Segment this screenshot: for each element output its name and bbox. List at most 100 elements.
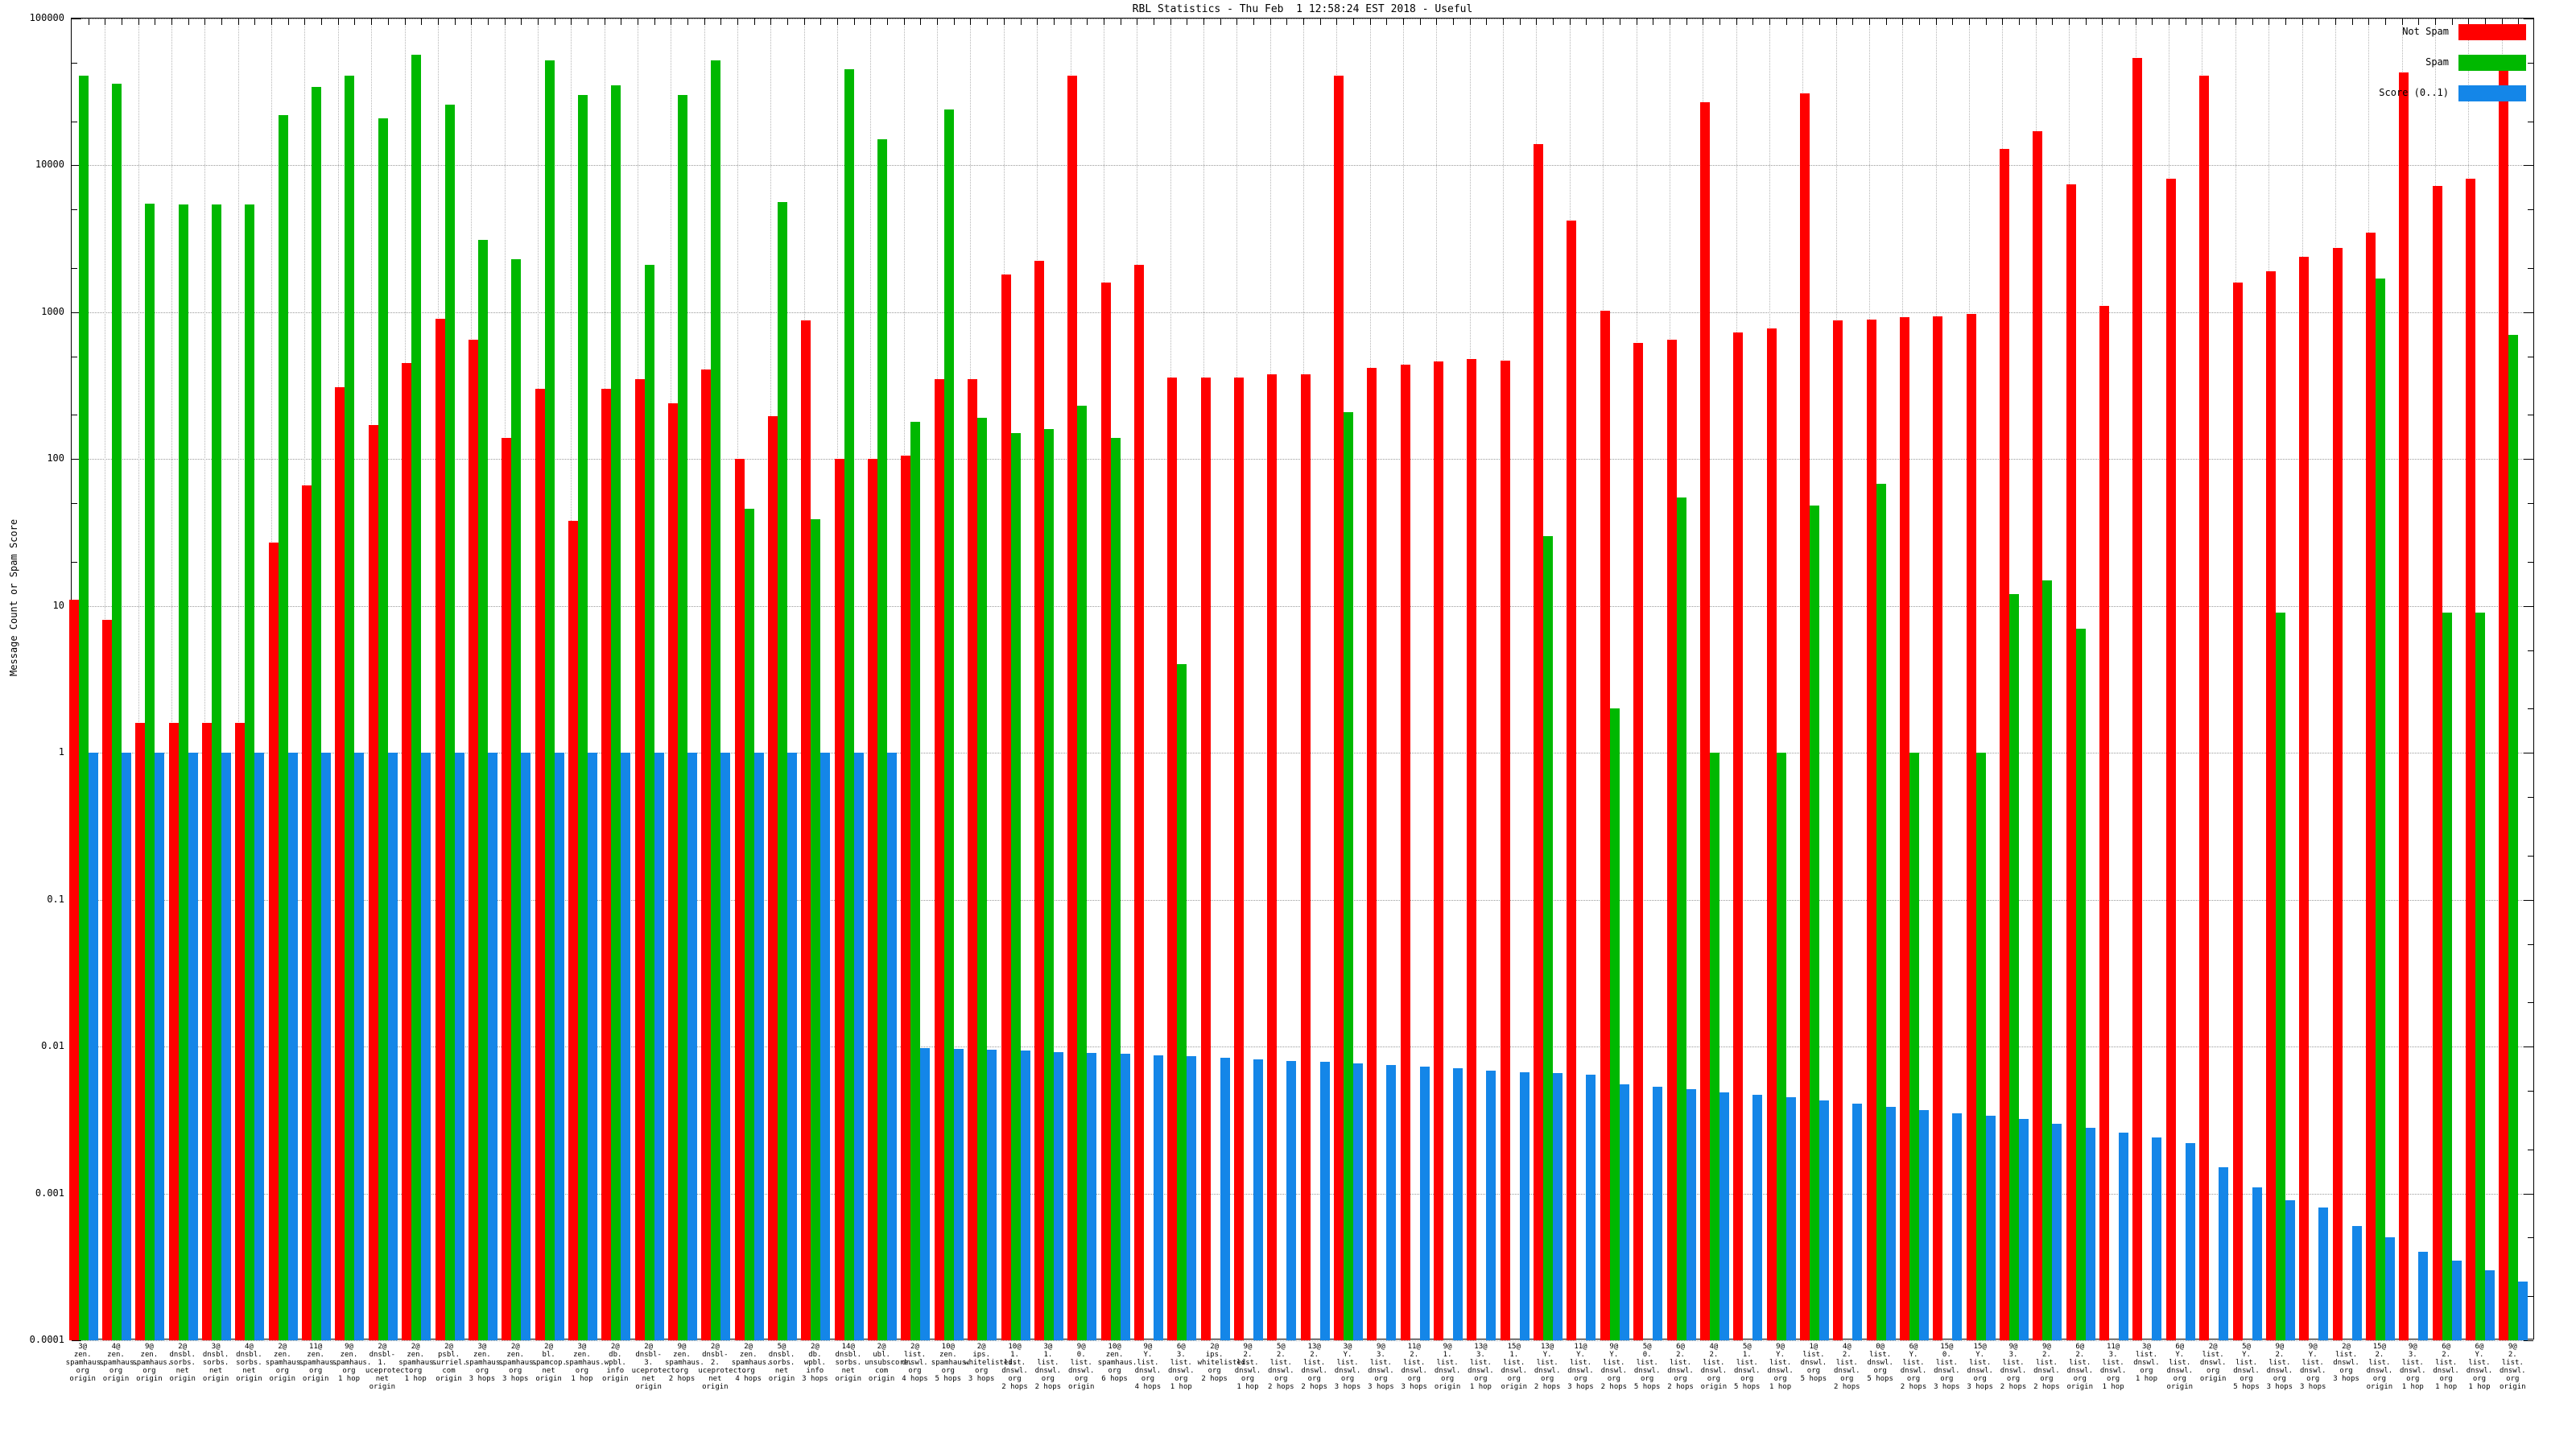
x-category-label: 6@ 2. list. dnswl. org 2 hops bbox=[1667, 1343, 1694, 1391]
bar-not-spam bbox=[535, 389, 545, 1340]
x-tic-top bbox=[1369, 19, 1371, 25]
y-minor-tic-right bbox=[2528, 943, 2533, 945]
bar-score bbox=[753, 753, 764, 1340]
x-category-label: 2@ psbl. surriel. com origin bbox=[431, 1343, 467, 1383]
x-category-label: 3@ dnsbl. sorbs. net origin bbox=[202, 1343, 229, 1383]
x-category-label: 2@ list. dnswl. org 3 hops bbox=[2333, 1343, 2359, 1383]
bar-not-spam bbox=[1133, 265, 1144, 1340]
y-tick-label: 0.0001 bbox=[29, 1334, 64, 1345]
legend-swatch bbox=[2458, 55, 2526, 71]
bar-not-spam bbox=[1966, 314, 1976, 1340]
legend-row: Spam bbox=[2288, 55, 2526, 71]
bar-not-spam bbox=[701, 369, 712, 1340]
bar-score bbox=[1686, 1089, 1696, 1340]
bar-score bbox=[287, 753, 298, 1340]
x-category-label: 13@ 2. list. dnswl. org 2 hops bbox=[1301, 1343, 1327, 1391]
x-tic-top bbox=[1020, 19, 1022, 25]
bar-not-spam bbox=[901, 456, 911, 1340]
bar-spam bbox=[2508, 335, 2519, 1340]
x-category-label: 5@ 1. list. dnswl. org 5 hops bbox=[1733, 1343, 1761, 1391]
bar-not-spam bbox=[968, 379, 978, 1340]
y-tick-label: 0.001 bbox=[35, 1187, 64, 1199]
bar-not-spam bbox=[268, 543, 279, 1340]
bar-not-spam bbox=[368, 425, 378, 1340]
bar-score bbox=[1952, 1113, 1963, 1340]
x-tic-top bbox=[1919, 19, 1920, 25]
bar-score bbox=[454, 753, 464, 1340]
bar-score bbox=[2152, 1137, 2162, 1340]
bar-not-spam bbox=[2465, 179, 2475, 1340]
bar-score bbox=[1985, 1115, 1996, 1340]
x-tic-top bbox=[920, 19, 922, 25]
bar-not-spam bbox=[1334, 75, 1344, 1340]
x-tic-top bbox=[770, 19, 772, 25]
bar-score bbox=[920, 1047, 931, 1340]
y-tick-label: 0.1 bbox=[47, 893, 64, 905]
bar-not-spam bbox=[1534, 143, 1544, 1340]
bar-score bbox=[1719, 1092, 1729, 1340]
x-tic-top bbox=[2035, 19, 2037, 25]
x-tic-top bbox=[271, 19, 273, 25]
bar-score bbox=[987, 1050, 997, 1340]
bar-spam bbox=[1909, 753, 1919, 1340]
bar-not-spam bbox=[1866, 320, 1876, 1340]
legend-label: Score (0..1) bbox=[2379, 87, 2449, 98]
bar-not-spam bbox=[2499, 64, 2509, 1340]
bar-score bbox=[221, 753, 232, 1340]
x-category-label: 2@ dnsbl-3. uceprotect. net origin bbox=[631, 1343, 680, 1391]
bar-not-spam bbox=[1233, 377, 1244, 1340]
bar-spam bbox=[2042, 580, 2053, 1340]
bar-score bbox=[1752, 1094, 1763, 1340]
bar-spam bbox=[2075, 629, 2086, 1340]
bar-score bbox=[887, 753, 898, 1340]
bar-spam bbox=[378, 118, 388, 1340]
y-minor-tic-right bbox=[2528, 209, 2533, 211]
bar-not-spam bbox=[302, 485, 312, 1340]
x-tic-top bbox=[421, 19, 423, 25]
bar-not-spam bbox=[1100, 282, 1111, 1340]
bar-not-spam bbox=[1267, 374, 1278, 1340]
x-category-label: 9@ 2. list. dnswl. org origin bbox=[2500, 1343, 2526, 1391]
y-minor-tic-right bbox=[2528, 561, 2533, 563]
x-tic-top bbox=[1269, 19, 1271, 25]
bar-score bbox=[654, 753, 664, 1340]
x-tic-top bbox=[221, 19, 223, 25]
x-category-label: 1@ list. dnswl. org 5 hops bbox=[1800, 1343, 1827, 1383]
x-category-label: 6@ 3. list. dnswl. org 1 hop bbox=[1168, 1343, 1195, 1391]
bar-score bbox=[421, 753, 431, 1340]
bar-not-spam bbox=[1799, 93, 1810, 1340]
bar-score bbox=[853, 753, 864, 1340]
x-tic-top bbox=[1436, 19, 1438, 25]
bar-spam bbox=[1543, 535, 1554, 1340]
x-category-label: 9@ 3. list. dnswl. org 3 hops bbox=[1368, 1343, 1394, 1391]
bar-spam bbox=[943, 109, 954, 1340]
x-category-label: 3@ zen. spamhaus. org origin bbox=[65, 1343, 105, 1383]
x-tic-top bbox=[354, 19, 356, 25]
bar-not-spam bbox=[1933, 316, 1943, 1340]
x-category-label: 6@ 2. list. dnswl. org origin bbox=[2066, 1343, 2093, 1391]
x-category-label: 3@ Y. list. dnswl. org 3 hops bbox=[1334, 1343, 1361, 1391]
x-tic-top bbox=[1818, 19, 1820, 25]
x-tic-top bbox=[487, 19, 489, 25]
x-tic-top bbox=[521, 19, 522, 25]
bar-score bbox=[321, 753, 332, 1340]
bar-score bbox=[1919, 1109, 1929, 1340]
bar-not-spam bbox=[934, 379, 944, 1340]
bar-score bbox=[1187, 1056, 1197, 1340]
bar-not-spam bbox=[2432, 186, 2442, 1340]
bar-not-spam bbox=[2165, 179, 2176, 1340]
bar-not-spam bbox=[1600, 311, 1610, 1340]
x-tic-top bbox=[1353, 19, 1355, 25]
x-tic-top bbox=[1037, 19, 1038, 25]
x-tic-top bbox=[2019, 19, 2021, 25]
y-minor-tic-right bbox=[2528, 1296, 2533, 1298]
y-tick-label: 1000 bbox=[41, 305, 64, 317]
legend-row: Not Spam bbox=[2288, 24, 2526, 40]
bar-score bbox=[554, 753, 564, 1340]
x-tic-top bbox=[471, 19, 473, 25]
x-category-label: 10@ 1. list. dnswl. org 2 hops bbox=[1001, 1343, 1028, 1391]
x-category-label: 9@ Y. list. dnswl. org 3 hops bbox=[2299, 1343, 2326, 1391]
x-tic-top bbox=[654, 19, 655, 25]
x-tic-top bbox=[2085, 19, 2087, 25]
x-tic-top bbox=[1403, 19, 1405, 25]
